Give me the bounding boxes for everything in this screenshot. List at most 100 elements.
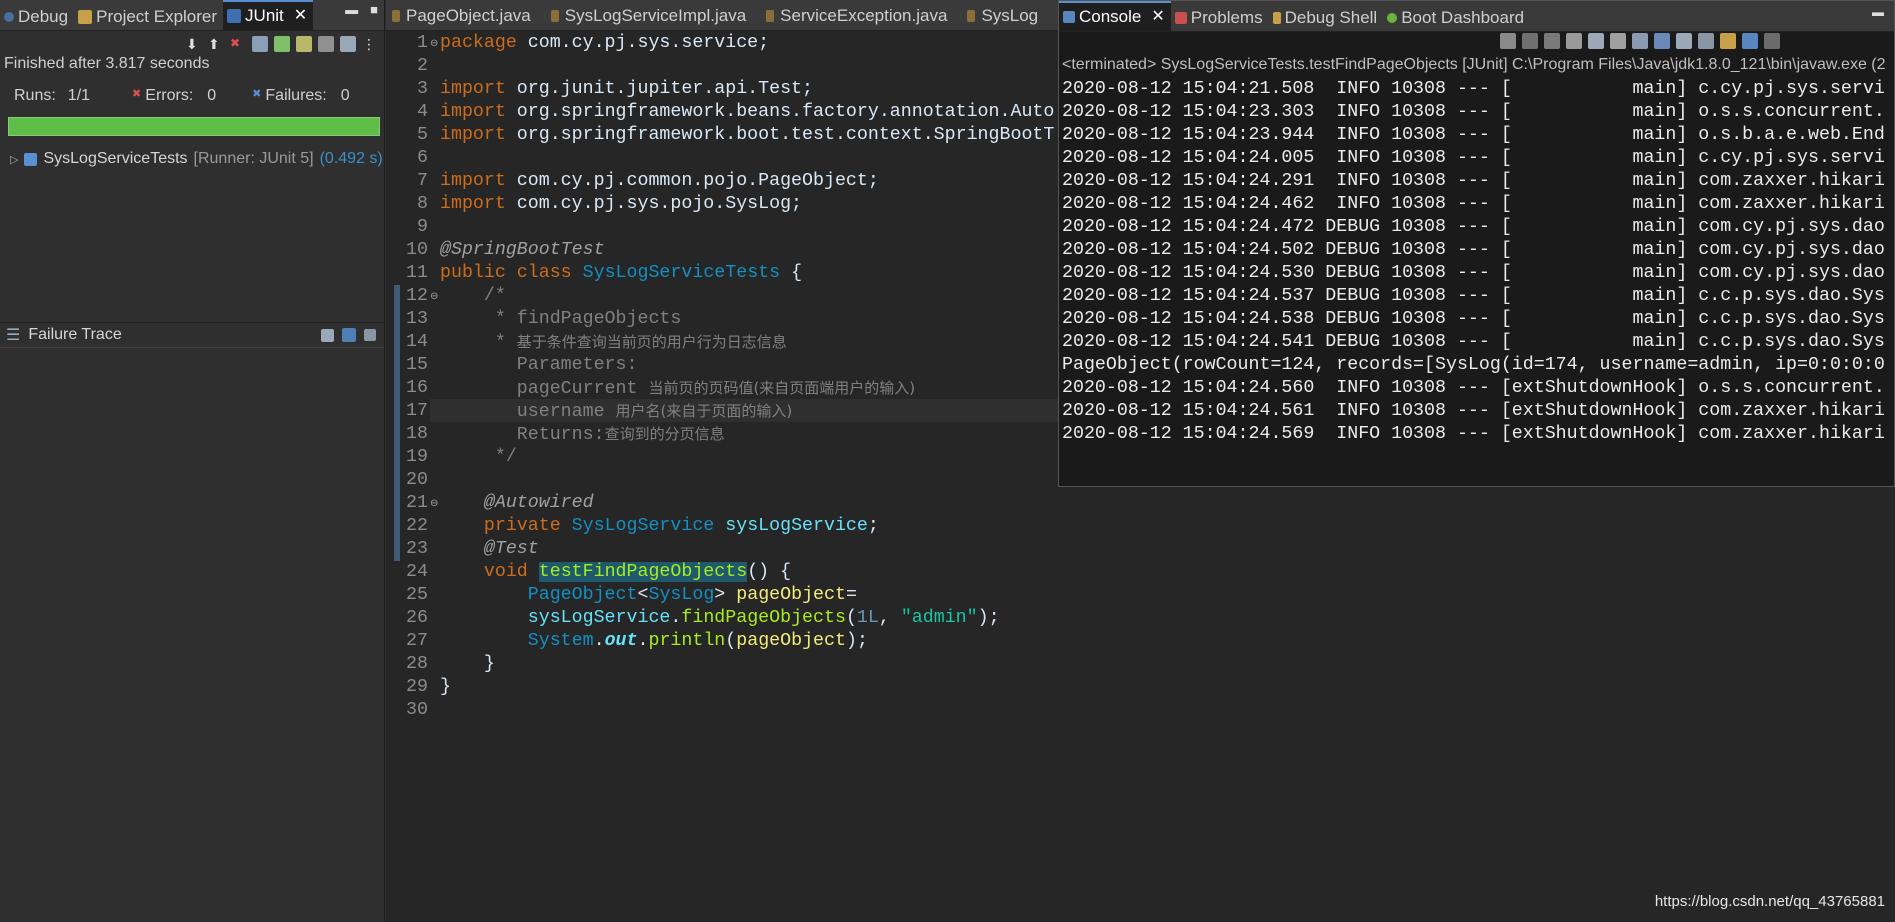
code-text: org.springframework.boot.test.context.Sp… [505,125,1055,145]
fold-icon[interactable]: ⊖ [430,498,438,509]
code-line: import org.springframework.beans.factory… [440,101,1054,124]
minimize-icon[interactable]: ▬ [1872,5,1884,19]
stop-icon[interactable] [318,36,334,52]
clear-console-icon[interactable] [1566,33,1582,49]
failure-trace-icon: ☰ [6,327,21,344]
code-text: com.cy.pj.sys.service; [516,33,770,53]
console-line: 2020-08-12 15:04:24.569 INFO 10308 --- [… [1062,424,1885,444]
console-line: 2020-08-12 15:04:24.541 DEBUG 10308 --- … [1062,332,1885,352]
minimize-icon[interactable]: ▬ [345,2,358,17]
previous-failure-icon[interactable]: ⬆ [208,36,224,52]
minimize-console-icon[interactable] [1742,33,1758,49]
tab-pageobject-label: PageObject.java [406,6,531,25]
java-file-icon [550,10,559,22]
compare-icon[interactable] [321,328,334,342]
tab-boot-dashboard[interactable]: Boot Dashboard [1383,5,1530,31]
console-toolbar [1500,33,1780,49]
code-line: @SpringBootTest [440,240,605,260]
line-number: 17 [406,401,428,421]
tab-junit-label: JUnit [245,6,284,25]
tab-project-explorer-label: Project Explorer [96,7,218,26]
fold-icon[interactable]: ⊖ [430,291,438,302]
open-console-icon[interactable] [1720,33,1736,49]
keyword: import [440,102,506,122]
console-output[interactable]: 2020-08-12 15:04:21.508 INFO 10308 --- [… [1062,78,1890,446]
show-on-error-icon[interactable] [1654,33,1670,49]
maximize-console-icon[interactable] [1764,33,1780,49]
terminated-status: <terminated> SysLogServiceTests.testFind… [1062,56,1886,73]
tab-debug-shell[interactable]: Debug Shell [1269,5,1384,31]
line-number: 15 [406,355,428,375]
line-number: 14 [406,332,428,352]
test-progress-bar [8,117,380,136]
display-console-icon[interactable] [1698,33,1714,49]
tab-debug-label: Debug [18,7,69,26]
console-line: 2020-08-12 15:04:24.291 INFO 10308 --- [… [1062,171,1885,191]
tab-debug[interactable]: Debug [0,4,74,30]
line-number: 30 [406,700,428,720]
console-line: 2020-08-12 15:04:24.502 DEBUG 10308 --- … [1062,240,1885,260]
console-line: 2020-08-12 15:04:24.560 INFO 10308 --- [… [1062,378,1885,398]
code-text: > [714,585,737,605]
console-line: 2020-08-12 15:04:24.472 DEBUG 10308 --- … [1062,217,1885,237]
line-number: 8 [417,194,428,214]
show-failures-only-icon[interactable]: ✖ [230,36,246,52]
comment-text: Returns: [440,425,605,445]
variable-name: pageObject [736,585,846,605]
method-name-highlighted: testFindPageObjects [538,562,748,582]
errors-value: 0 [207,87,217,104]
tab-problems-label: Problems [1190,8,1263,27]
remove-all-icon[interactable] [1544,33,1560,49]
maximize-icon[interactable]: ■ [370,2,378,17]
editor-tabbar: PageObject.java SysLogServiceImpl.java S… [386,0,1058,31]
filter-stack-icon[interactable] [342,328,356,342]
tab-problems[interactable]: Problems [1171,5,1269,31]
line-number: 26 [406,608,428,628]
java-file-icon [967,10,976,22]
word-wrap-icon[interactable] [1610,33,1626,49]
junit-panel: Debug Project Explorer JUnit ✕ ▬ ■ ⬇ ⬆ ✖… [0,0,385,922]
expand-arrow-icon[interactable]: ▷ [10,153,18,166]
view-menu-icon[interactable]: ⋮ [362,36,376,53]
code-line: Parameters: [440,355,638,375]
rerun-icon[interactable] [274,36,290,52]
scroll-lock-icon[interactable] [252,36,268,52]
copy-trace-icon[interactable] [364,329,376,341]
test-suite-icon [24,152,38,166]
terminate-icon[interactable] [1522,33,1538,49]
tab-syslogserviceimpl[interactable]: SysLogServiceImpl.java [545,2,760,30]
tab-syslog-label: SysLog [981,6,1039,25]
code-text: ; [867,516,879,536]
console-line: 2020-08-12 15:04:21.508 INFO 10308 --- [… [1062,79,1885,99]
keyword: void [440,562,539,582]
tab-serviceexception[interactable]: ServiceException.java [760,2,961,30]
left-tabbar: Debug Project Explorer JUnit ✕ ▬ ■ [0,0,384,31]
rerun-failed-icon[interactable] [296,36,312,52]
history-icon[interactable] [340,36,356,52]
fold-icon[interactable]: ⊖ [430,38,438,49]
runs-value: 1/1 [67,87,91,104]
tab-console[interactable]: Console ✕ [1059,1,1171,31]
line-number: 2 [417,56,428,76]
pin-console-icon[interactable] [1676,33,1692,49]
tab-syslog[interactable]: SysLog [961,2,1038,30]
show-on-output-icon[interactable] [1632,33,1648,49]
failure-trace-header: ☰ Failure Trace [0,322,384,348]
next-failure-icon[interactable]: ⬇ [186,36,202,52]
watermark: https://blog.csdn.net/qq_43765881 [1654,893,1885,910]
tab-project-explorer[interactable]: Project Explorer [74,4,223,30]
scroll-lock-icon[interactable] [1588,33,1604,49]
code-line: System.out.println(pageObject); [440,630,868,653]
close-icon[interactable]: ✕ [1151,4,1164,30]
comment-text: 当前页的页码值(来自页面端用户的输入) [648,379,916,397]
code-line: PageObject<SysLog> pageObject= [440,584,857,607]
tab-junit[interactable]: JUnit ✕ [223,0,314,30]
remove-launch-icon[interactable] [1500,33,1516,49]
line-number: 24 [406,562,428,582]
keyword: package [440,33,517,53]
test-tree-item[interactable]: ▷ SysLogServiceTests [Runner: JUnit 5] (… [10,150,383,168]
tab-pageobject[interactable]: PageObject.java [386,2,545,30]
comment-text: pageCurrent [440,379,649,399]
console-line: 2020-08-12 15:04:24.462 INFO 10308 --- [… [1062,194,1885,214]
close-icon[interactable]: ✕ [294,3,307,29]
